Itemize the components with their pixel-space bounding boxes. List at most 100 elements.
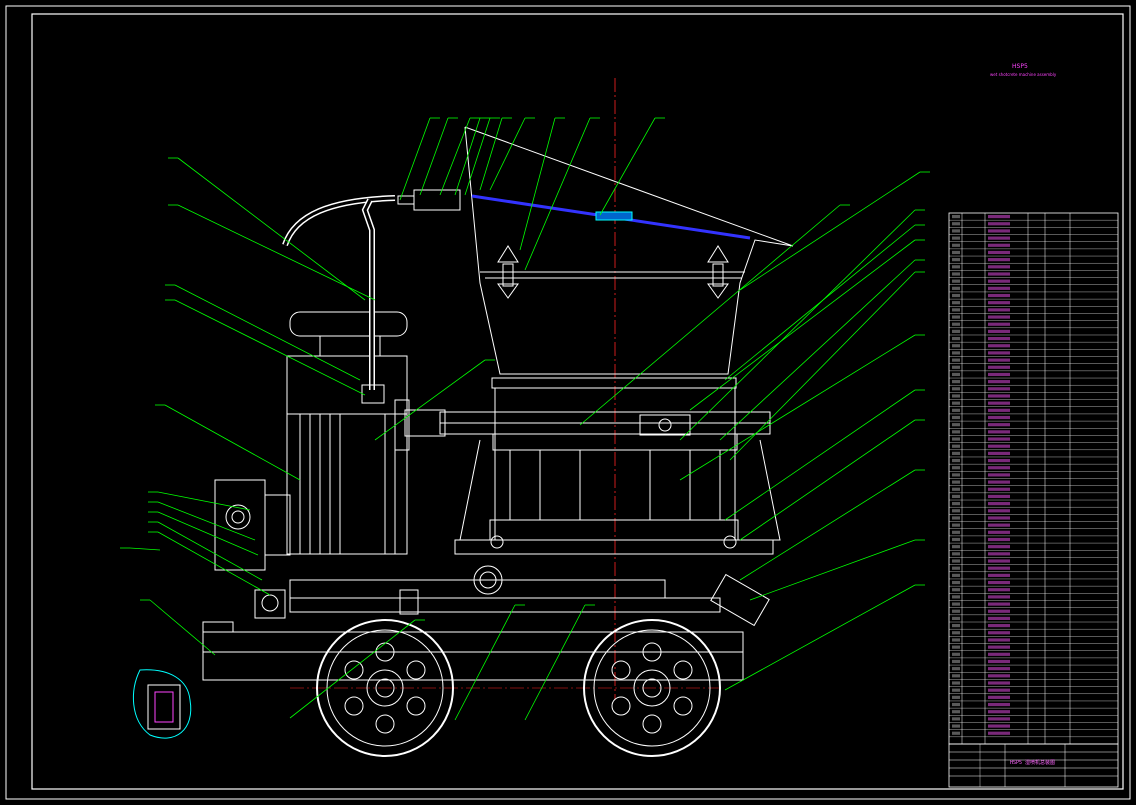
parts-table-index-mark [952, 380, 960, 384]
leader-line [157, 501, 256, 541]
parts-table-index-mark [952, 315, 960, 319]
parts-table-cell-mark [988, 595, 1010, 599]
parts-table-index-mark [952, 652, 960, 656]
parts-table-index-mark [952, 451, 960, 455]
parts-table-cell-mark [988, 272, 1010, 276]
parts-table-cell-mark [988, 279, 1010, 283]
parts-table-cell-mark [988, 265, 1010, 269]
parts-table-cell-mark [988, 451, 1010, 455]
leader-line [524, 604, 586, 721]
parts-table-cell-mark [988, 423, 1010, 427]
parts-table-index-mark [952, 286, 960, 290]
parts-table-cell-mark [988, 473, 1010, 477]
parts-table-index-mark [952, 702, 960, 707]
parts-table-index-mark [952, 731, 960, 735]
parts-table-index-mark [952, 365, 960, 369]
leader-line [129, 547, 161, 551]
leader-line [157, 521, 263, 581]
parts-table-cell-mark [988, 588, 1010, 592]
parts-table-cell-mark [988, 509, 1010, 513]
parts-table-index-mark [952, 415, 960, 420]
parts-table-cell-mark [988, 243, 1010, 247]
leader-line [439, 117, 471, 196]
leader-line [177, 204, 376, 301]
parts-table-cell-mark [988, 688, 1010, 692]
parts-table-index-mark [952, 559, 960, 563]
parts-table-index-mark [952, 624, 960, 628]
parts-table-cell-mark [988, 358, 1010, 362]
parts-table-cell-mark [988, 408, 1010, 412]
leader-line [464, 117, 491, 196]
parts-table-cell-mark [988, 702, 1010, 707]
leader-line [419, 117, 449, 196]
parts-table-cell-mark [988, 236, 1010, 240]
parts-table-cell-mark [988, 401, 1010, 405]
parts-table-cell-mark [988, 537, 1010, 542]
parts-table-cell-mark [988, 516, 1010, 520]
title-block: HSP5 湿喷机总装图 [948, 743, 1119, 788]
parts-table-index-mark [952, 243, 960, 247]
parts-table-index-mark [952, 351, 960, 355]
leader-line [599, 117, 656, 216]
parts-table-index-mark [952, 487, 960, 491]
parts-table-cell-mark [988, 293, 1010, 298]
parts-table-cell-mark [988, 502, 1010, 506]
parts-table-index-mark [952, 609, 960, 613]
parts-table-cell-mark [988, 250, 1010, 255]
parts-table-index-mark [952, 322, 960, 326]
leader-line [149, 599, 216, 656]
parts-table-cell-mark [988, 336, 1010, 341]
parts-table-index-mark [952, 215, 960, 219]
parts-table-cell-mark [988, 229, 1010, 233]
parts-table-cell-mark [988, 602, 1010, 606]
parts-table-cell-mark [988, 552, 1010, 556]
parts-table-index-mark [952, 358, 960, 362]
parts-table-cell-mark [988, 437, 1010, 441]
parts-table-cell-mark [988, 631, 1010, 635]
parts-table-cell-mark [988, 380, 1010, 384]
parts-table-index-mark [952, 437, 960, 441]
parts-table-index-mark [952, 645, 960, 649]
header-subtitle: wet shotcrete machine assembly [990, 72, 1057, 77]
parts-table-cell-mark [988, 222, 1010, 226]
parts-table-cell-mark [988, 674, 1010, 678]
parts-table-index-mark [952, 530, 960, 534]
leader-line [174, 299, 366, 396]
leader-line [739, 419, 916, 541]
parts-table-index-mark [952, 573, 960, 577]
parts-table-cell-mark [988, 724, 1010, 728]
parts-table-cell-mark [988, 365, 1010, 369]
parts-table-cell-mark [988, 731, 1010, 735]
parts-table-cell-mark [988, 487, 1010, 491]
parts-table-cell-mark [988, 717, 1010, 721]
leader-line [157, 511, 259, 556]
parts-table-index-mark [952, 695, 960, 699]
leader-line [749, 539, 916, 601]
leader-line [719, 259, 916, 441]
parts-table-index-mark [952, 308, 960, 312]
parts-table-cell-mark [988, 494, 1010, 499]
leader-line [679, 209, 916, 441]
parts-table-index-mark [952, 329, 960, 333]
parts-table-index-mark [952, 667, 960, 671]
parts-table-index-mark [952, 674, 960, 678]
parts-table-index-mark [952, 638, 960, 642]
title-block-name: HSP5 湿喷机总装图 [1010, 759, 1055, 766]
parts-table-index-mark [952, 516, 960, 520]
parts-table-cell-mark [988, 387, 1010, 391]
leader-line [454, 117, 481, 196]
parts-table-cell-mark [988, 580, 1010, 585]
leader-line [489, 117, 526, 191]
parts-table-index-mark [952, 336, 960, 341]
parts-table-index-mark [952, 688, 960, 692]
leader-line [689, 239, 916, 411]
parts-table-index-mark [952, 229, 960, 233]
parts-table-index-mark [952, 502, 960, 506]
parts-table-cell-mark [988, 466, 1010, 470]
leader-line [724, 224, 916, 381]
parts-table-cell-mark [988, 301, 1010, 305]
leader-line [739, 469, 916, 581]
parts-table-index-mark [952, 458, 960, 463]
parts-table-index-mark [952, 258, 960, 262]
parts-table [948, 212, 1119, 745]
